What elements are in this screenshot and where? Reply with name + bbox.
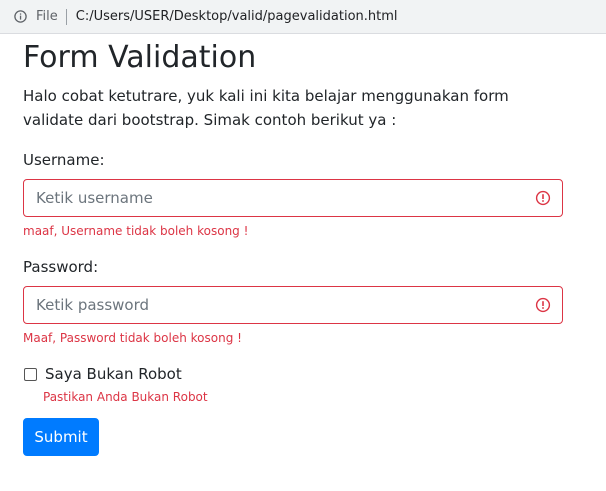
username-input[interactable] (24, 180, 504, 216)
file-label: File (36, 9, 58, 24)
info-icon[interactable] (14, 10, 27, 23)
username-label: Username: (23, 151, 105, 169)
url-text[interactable]: C:/Users/USER/Desktop/valid/pagevalidati… (76, 9, 398, 24)
robot-checkbox-label[interactable]: Saya Bukan Robot (45, 365, 182, 383)
intro-text: Halo cobat ketutrare, yuk kali ini kita … (23, 87, 509, 129)
password-error: Maaf, Password tidak boleh kosong ! (23, 331, 242, 345)
alert-circle-icon (535, 297, 551, 313)
alert-circle-icon (535, 190, 551, 206)
robot-checkbox[interactable] (24, 367, 37, 381)
address-separator (65, 8, 67, 25)
username-error: maaf, Username tidak boleh kosong ! (23, 224, 249, 238)
page-title: Form Validation (23, 40, 257, 75)
robot-check-row[interactable]: Saya Bukan Robot (23, 365, 563, 383)
username-field-wrapper (23, 179, 563, 217)
page-content: Form Validation Halo cobat ketutrare, yu… (23, 34, 563, 456)
password-field-wrapper (23, 286, 563, 324)
password-input[interactable] (24, 287, 504, 323)
password-label: Password: (23, 258, 99, 276)
browser-address-bar[interactable]: File C:/Users/USER/Desktop/valid/pageval… (0, 0, 606, 34)
robot-error: Pastikan Anda Bukan Robot (43, 390, 208, 404)
submit-button[interactable]: Submit (23, 418, 99, 456)
